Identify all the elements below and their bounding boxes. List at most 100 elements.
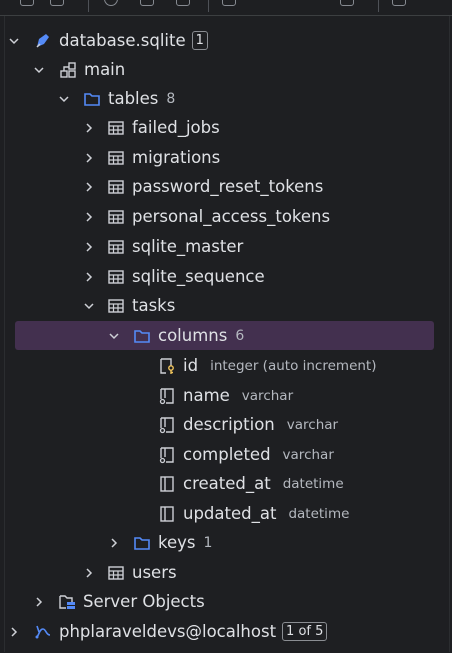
not-null-column-icon: [158, 446, 176, 464]
toolbar-icon[interactable]: [392, 0, 406, 6]
table-icon: [107, 297, 125, 315]
table-icon: [107, 268, 125, 286]
schema-label: main: [84, 60, 126, 79]
column-icon: [158, 505, 176, 523]
table-icon: [107, 119, 125, 137]
tree-node-keys-group[interactable]: keys 1: [0, 528, 452, 557]
toolbar-icon[interactable]: [140, 0, 154, 6]
column-type: integer (auto increment): [210, 357, 377, 374]
tree-node-server-objects[interactable]: Server Objects: [0, 587, 452, 616]
toolbar-icon[interactable]: [222, 0, 236, 6]
columns-group-label: columns: [158, 326, 228, 345]
chevron-right-icon[interactable]: [8, 626, 20, 638]
chevron-right-icon[interactable]: [108, 537, 120, 549]
table-label: migrations: [132, 148, 221, 167]
data-source-icon: [34, 623, 52, 641]
chevron-right-icon[interactable]: [33, 596, 45, 608]
columns-count: 6: [235, 327, 245, 344]
tree-node-schema-main[interactable]: main: [0, 55, 452, 84]
sqlite-database-icon: [34, 32, 52, 50]
column-name: completed: [183, 445, 271, 464]
table-row-users[interactable]: users: [0, 558, 452, 587]
toolbar-icon[interactable]: [104, 0, 118, 6]
column-row[interactable]: completed varchar: [0, 440, 452, 469]
not-null-column-icon: [158, 416, 176, 434]
column-type: datetime: [282, 475, 344, 492]
chevron-right-icon[interactable]: [83, 241, 95, 253]
table-label: sqlite_master: [132, 237, 244, 256]
column-type: varchar: [241, 387, 294, 404]
chevron-down-icon[interactable]: [8, 35, 20, 47]
table-label: password_reset_tokens: [132, 177, 324, 196]
table-row[interactable]: sqlite_master: [0, 232, 452, 261]
server-objects-label: Server Objects: [83, 592, 205, 611]
connection-label: phplaraveldevs@localhost: [59, 622, 277, 641]
primary-key-column-icon: [158, 357, 176, 375]
table-icon: [107, 208, 125, 226]
connection-badge: 1 of 5: [282, 622, 328, 641]
tables-count: 8: [166, 90, 176, 107]
toolbar-icon[interactable]: [50, 0, 64, 6]
chevron-right-icon[interactable]: [83, 567, 95, 579]
database-label: database.sqlite: [59, 31, 186, 50]
chevron-right-icon[interactable]: [83, 181, 95, 193]
not-null-column-icon: [158, 387, 176, 405]
chevron-down-icon[interactable]: [108, 330, 120, 342]
folder-icon: [133, 327, 151, 345]
keys-count: 1: [203, 534, 213, 551]
table-icon: [107, 149, 125, 167]
folder-icon: [83, 90, 101, 108]
table-row[interactable]: personal_access_tokens: [0, 202, 452, 231]
column-row[interactable]: created_at datetime: [0, 469, 452, 498]
toolbar-separator: [378, 0, 379, 12]
server-objects-folder-icon: [58, 593, 76, 611]
tree-node-connection[interactable]: phplaraveldevs@localhost 1 of 5: [0, 617, 452, 646]
chevron-down-icon[interactable]: [33, 64, 45, 76]
toolbar-separator: [88, 0, 89, 12]
keys-group-label: keys: [158, 533, 196, 552]
tree-node-tables-group[interactable]: tables 8: [0, 84, 452, 113]
toolbar-separator: [208, 0, 209, 12]
table-label: sqlite_sequence: [132, 267, 265, 286]
database-badge: 1: [191, 31, 208, 50]
toolbar-icon[interactable]: [340, 0, 354, 6]
chevron-down-icon[interactable]: [58, 93, 70, 105]
toolbar-icon[interactable]: [176, 0, 190, 6]
table-row[interactable]: migrations: [0, 143, 452, 172]
column-type: datetime: [288, 505, 350, 522]
column-name: description: [183, 415, 275, 434]
table-label: failed_jobs: [132, 118, 220, 137]
column-name: created_at: [183, 474, 271, 493]
schema-icon: [59, 61, 77, 79]
table-label: tasks: [132, 296, 176, 315]
column-type: varchar: [282, 446, 334, 463]
column-name: id: [183, 356, 199, 375]
chevron-right-icon[interactable]: [83, 271, 95, 283]
tables-group-label: tables: [108, 89, 159, 108]
tree-node-columns-group[interactable]: columns 6: [0, 321, 452, 350]
column-row[interactable]: id integer (auto increment): [0, 351, 452, 380]
column-type: varchar: [286, 416, 339, 433]
chevron-down-icon[interactable]: [83, 300, 95, 312]
table-row[interactable]: sqlite_sequence: [0, 262, 452, 291]
column-name: updated_at: [183, 504, 277, 523]
folder-icon: [133, 534, 151, 552]
chevron-right-icon[interactable]: [83, 152, 95, 164]
column-icon: [158, 475, 176, 493]
toolbar: [0, 0, 452, 16]
table-icon: [107, 564, 125, 582]
table-row-tasks[interactable]: tasks: [0, 291, 452, 320]
chevron-right-icon[interactable]: [83, 122, 95, 134]
table-row[interactable]: password_reset_tokens: [0, 172, 452, 201]
column-row[interactable]: updated_at datetime: [0, 499, 452, 528]
table-row[interactable]: failed_jobs: [0, 113, 452, 142]
chevron-right-icon[interactable]: [83, 211, 95, 223]
column-name: name: [183, 386, 230, 405]
column-row[interactable]: name varchar: [0, 381, 452, 410]
table-label: users: [132, 563, 177, 582]
table-label: personal_access_tokens: [132, 207, 331, 226]
table-icon: [107, 238, 125, 256]
tree-node-database[interactable]: database.sqlite 1: [0, 26, 452, 55]
toolbar-icon[interactable]: [20, 0, 34, 6]
column-row[interactable]: description varchar: [0, 410, 452, 439]
